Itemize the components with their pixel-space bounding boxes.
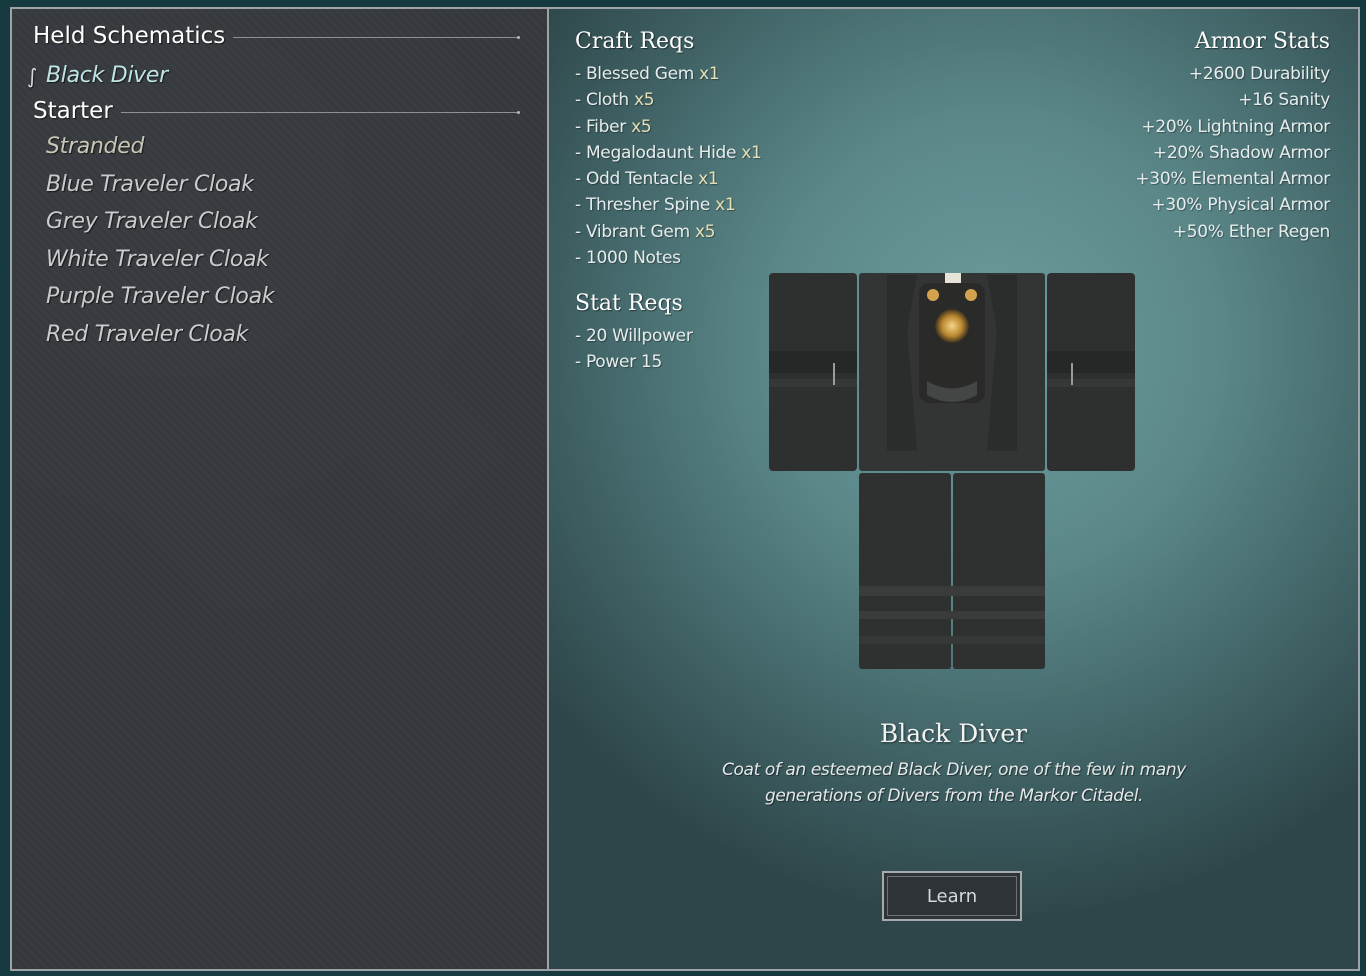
- craft-reqs-title: Craft Reqs: [575, 29, 695, 54]
- craft-req-item: - Thresher Spine x1: [575, 192, 762, 218]
- armor-stat-item: +30% Elemental Armor: [1135, 169, 1330, 190]
- stat-reqs-title: Stat Reqs: [575, 291, 683, 316]
- schematics-window: Held Schematics ∫ Black Diver Starter St…: [10, 7, 1360, 971]
- schematic-item-blue-traveler-cloak[interactable]: Blue Traveler Cloak: [46, 172, 254, 197]
- craft-req-qty: x1: [698, 169, 719, 190]
- craft-req-qty: x1: [741, 142, 762, 163]
- craft-req-item: - Megalodaunt Hide x1: [575, 140, 762, 166]
- learn-button[interactable]: Learn: [882, 871, 1022, 921]
- armor-stat-item: +50% Ether Regen: [1172, 221, 1331, 242]
- craft-req-item: - Blessed Gem x1: [575, 61, 762, 87]
- craft-req-qty: x1: [715, 195, 736, 216]
- header-divider: [120, 110, 521, 114]
- armor-stats-title: Armor Stats: [1194, 29, 1330, 54]
- craft-req-qty: x5: [633, 90, 655, 111]
- craft-req-name: - Blessed Gem: [575, 64, 695, 84]
- craft-req-item: - Odd Tentacle x1: [575, 166, 762, 192]
- craft-req-name: - 1000 Notes: [575, 248, 681, 269]
- armor-stat-item: +20% Shadow Armor: [1152, 142, 1330, 163]
- schematic-item-red-traveler-cloak[interactable]: Red Traveler Cloak: [46, 322, 248, 347]
- ornate-bracket-icon: ∫: [26, 63, 38, 88]
- craft-req-item: - Cloth x5: [575, 87, 762, 113]
- armor-stat-item: +2600 Durability: [1188, 64, 1330, 84]
- schematic-item-grey-traveler-cloak[interactable]: Grey Traveler Cloak: [46, 209, 258, 234]
- armor-stat-item: +30% Physical Armor: [1151, 195, 1330, 216]
- header-divider: [233, 35, 520, 39]
- schematic-item-purple-traveler-cloak[interactable]: Purple Traveler Cloak: [46, 284, 275, 309]
- held-schematics-title: Held Schematics: [33, 23, 226, 49]
- starter-header: Starter: [33, 98, 521, 124]
- craft-req-name: - Megalodaunt Hide: [575, 142, 737, 163]
- schematic-item-label: Black Diver: [46, 63, 168, 88]
- armor-stat-item: +16 Sanity: [1238, 90, 1330, 111]
- stat-reqs-list: - 20 Willpower - Power 15: [575, 323, 693, 376]
- schematic-item-black-diver[interactable]: ∫ Black Diver: [22, 63, 168, 88]
- craft-req-qty: x1: [699, 64, 720, 84]
- craft-req-name: - Cloth: [575, 90, 629, 111]
- item-name: Black Diver: [879, 719, 1028, 748]
- armor-stat-item: +20% Lightning Armor: [1141, 116, 1330, 137]
- craft-req-name: - Vibrant Gem: [575, 221, 690, 242]
- schematic-item-stranded[interactable]: Stranded: [46, 134, 144, 159]
- craft-reqs-list: - Blessed Gem x1 - Cloth x5 - Fiber x5 -…: [575, 61, 762, 271]
- schematic-detail-panel: Craft Reqs - Blessed Gem x1 - Cloth x5 -…: [549, 9, 1358, 969]
- item-description: Coat of an esteemed Black Diver, one of …: [722, 760, 1186, 806]
- armor-stats-list: +2600 Durability +16 Sanity +20% Lightni…: [1135, 61, 1330, 245]
- glowing-core: [935, 309, 969, 343]
- schematic-item-white-traveler-cloak[interactable]: White Traveler Cloak: [46, 247, 269, 272]
- item-preview-image: [769, 273, 1135, 669]
- craft-req-item: - 1000 Notes: [575, 245, 762, 271]
- stat-req-item: - 20 Willpower: [575, 326, 693, 346]
- craft-req-name: - Thresher Spine: [575, 195, 710, 216]
- held-schematics-header: Held Schematics: [33, 23, 520, 49]
- craft-req-name: - Odd Tentacle: [575, 169, 694, 190]
- craft-req-item: - Vibrant Gem x5: [575, 219, 762, 245]
- craft-req-qty: x5: [694, 221, 716, 242]
- craft-req-qty: x5: [631, 116, 652, 137]
- craft-req-name: - Fiber: [575, 116, 626, 137]
- schematic-list-panel: Held Schematics ∫ Black Diver Starter St…: [12, 9, 547, 969]
- frame-corner-ornament: [10, 7, 22, 19]
- craft-req-item: - Fiber x5: [575, 114, 762, 140]
- stat-req-item: - Power 15: [575, 352, 662, 373]
- starter-title: Starter: [33, 98, 113, 124]
